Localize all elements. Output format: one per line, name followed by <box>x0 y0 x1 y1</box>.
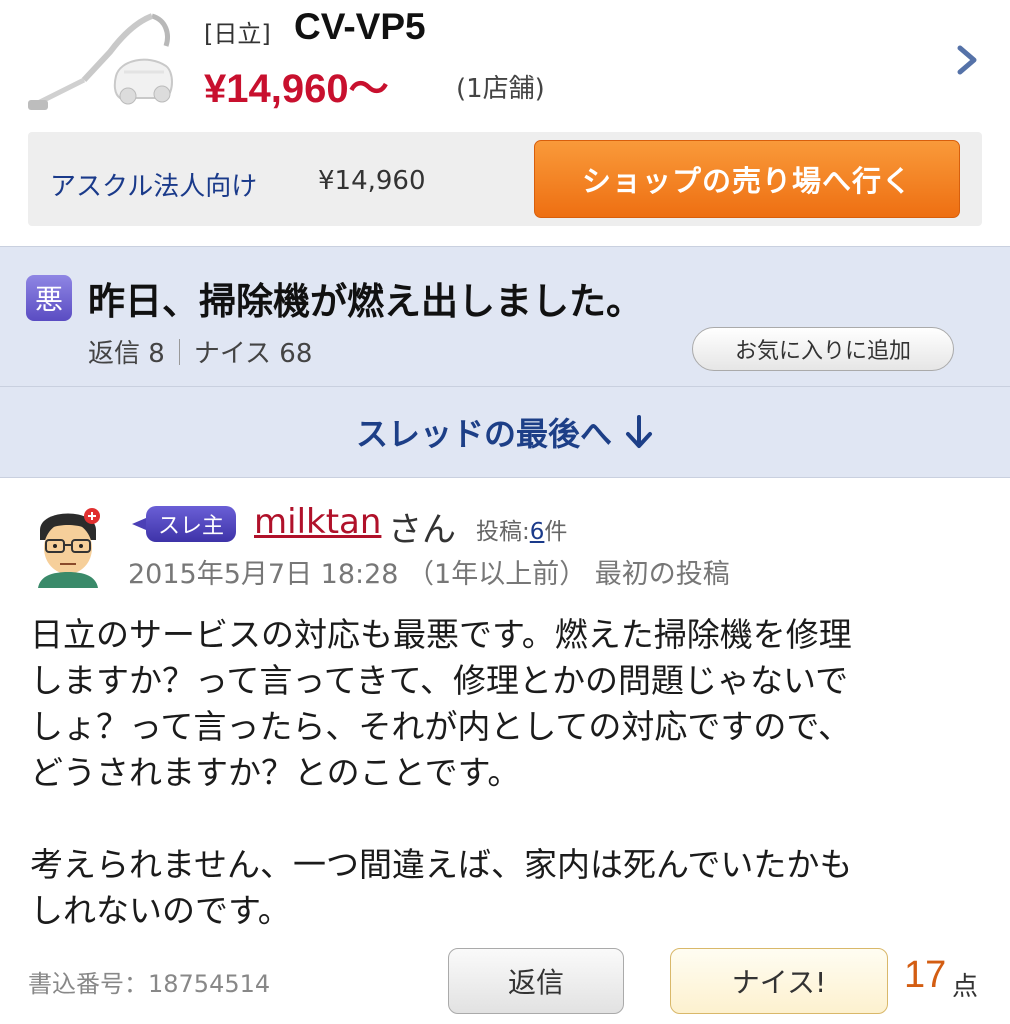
add-to-favorites-button[interactable]: お気に入りに追加 <box>692 327 954 371</box>
post-count-link[interactable]: 6 <box>530 519 545 545</box>
username-honorific: さん <box>388 510 456 550</box>
product-price: ¥14,960〜 <box>204 67 389 111</box>
username-link[interactable]: milktan <box>254 502 381 542</box>
arrow-down-icon <box>626 415 652 448</box>
product-brand: [日立] <box>204 20 271 48</box>
reply-count: 返信 8 <box>88 339 165 369</box>
post-number: 書込番号：18754514 <box>28 970 271 998</box>
post-count-suffix: 件 <box>544 519 568 545</box>
nice-button[interactable]: ナイス! <box>670 948 888 1014</box>
jump-label: スレッドの最後へ <box>355 415 612 453</box>
nice-count: ナイス 68 <box>193 339 313 369</box>
jump-to-thread-end-button[interactable]: スレッドの最後へ <box>0 386 1010 478</box>
stats-divider <box>178 338 180 365</box>
bad-review-badge: 悪 <box>26 275 72 321</box>
thread-title: 昨日、掃除機が燃え出しました。 <box>88 280 643 323</box>
post-body: 日立のサービスの対応も最悪です。燃えた掃除機を修理 しますか？って言ってきて、修… <box>30 615 853 930</box>
product-model[interactable]: CV-VP5 <box>294 6 426 48</box>
shop-name-link[interactable]: アスクル法人向け <box>50 166 257 203</box>
nice-points: 17 <box>904 954 947 996</box>
thread-stats: 返信 8 ナイス 68 <box>88 333 312 370</box>
user-post-count: 投稿:6件 <box>476 512 567 546</box>
reply-button[interactable]: 返信 <box>448 948 624 1014</box>
post-count-prefix: 投稿: <box>476 519 530 545</box>
shop-count: (1店舗) <box>456 74 545 104</box>
user-avatar-icon[interactable] <box>32 500 104 588</box>
thread-owner-badge: スレ主 <box>131 506 237 542</box>
thread-header: 悪 昨日、掃除機が燃え出しました。 返信 8 ナイス 68 お気に入りに追加 <box>0 246 1010 386</box>
chevron-right-icon[interactable] <box>952 40 982 80</box>
product-header[interactable]: [日立] CV-VP5 ¥14,960〜 (1店舗) <box>0 0 1010 128</box>
vacuum-cleaner-image <box>28 13 173 110</box>
nice-points-unit: 点 <box>952 972 979 1002</box>
post-date: 2015年5月7日 18:28 （1年以上前） 最初の投稿 <box>128 559 730 590</box>
go-to-shop-button[interactable]: ショップの売り場へ行く <box>534 140 960 218</box>
shop-price: ¥14,960 <box>318 166 426 196</box>
shop-bar: アスクル法人向け ¥14,960 ショップの売り場へ行く <box>28 132 982 226</box>
